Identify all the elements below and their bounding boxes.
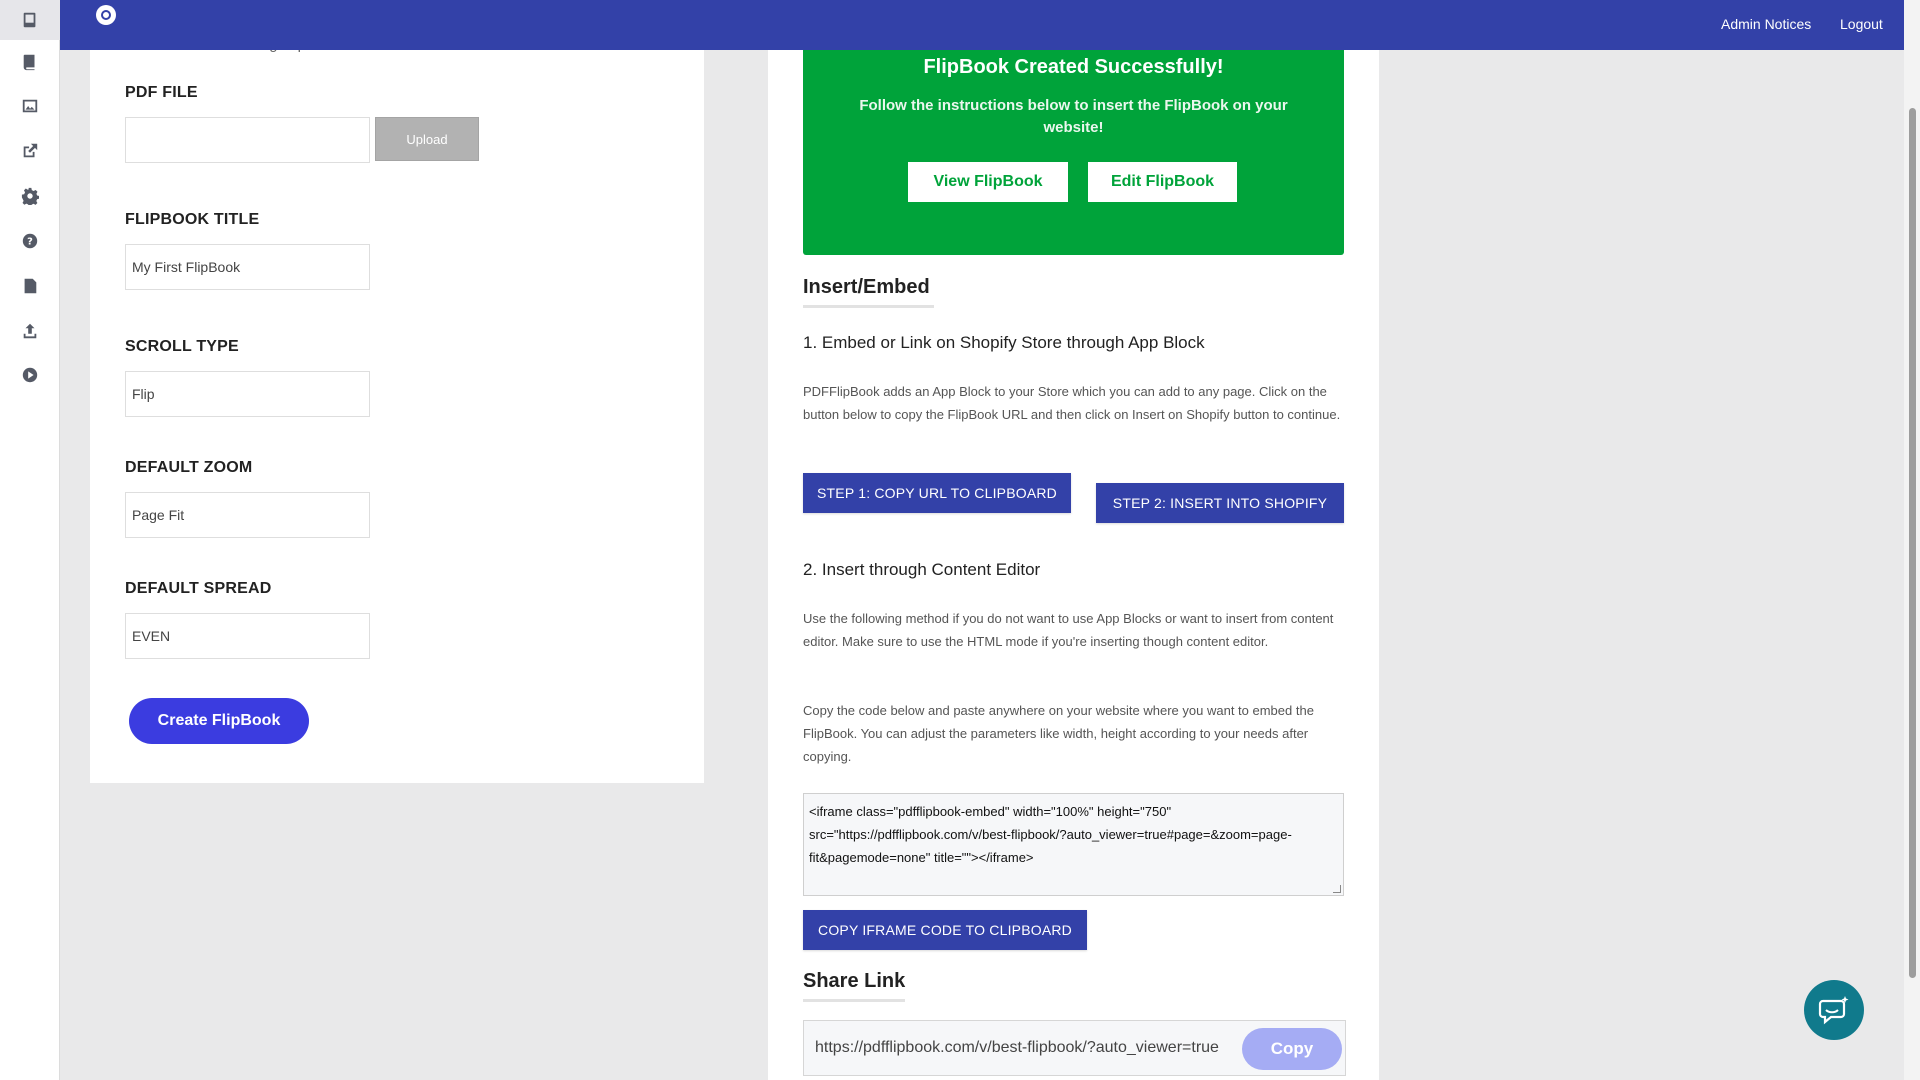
flipbook-title-label: FLIPBOOK TITLE: [125, 211, 260, 228]
chat-icon: [1818, 996, 1849, 1025]
shopify-section-title: 1. Embed or Link on Shopify Store throug…: [803, 333, 1205, 352]
pdf-file-label: PDF FILE: [125, 84, 198, 101]
iframe-code-textarea[interactable]: <iframe class="pdfflipbook-embed" width=…: [803, 793, 1344, 896]
content-editor-section-title: 2. Insert through Content Editor: [803, 560, 1041, 579]
flipbooks-icon: [23, 12, 36, 28]
sidebar-item-media[interactable]: [0, 86, 60, 126]
copy-url-button[interactable]: STEP 1: COPY URL TO CLIPBOARD: [803, 473, 1071, 513]
page-scrollbar[interactable]: [1904, 0, 1920, 1080]
copy-iframe-code-button[interactable]: COPY IFRAME CODE TO CLIPBOARD: [803, 910, 1087, 950]
insert-embed-heading: Insert/Embed: [803, 276, 930, 298]
resize-handle[interactable]: [1333, 885, 1341, 893]
image-icon: [22, 99, 38, 113]
book-icon: [23, 54, 35, 71]
heading-underline: [803, 305, 934, 308]
iframe-code-text: <iframe class="pdfflipbook-embed" width=…: [809, 804, 1292, 865]
admin-notices-link[interactable]: Admin Notices: [1721, 16, 1811, 32]
help-icon: ?: [22, 233, 38, 249]
create-flipbook-button[interactable]: Create FlipBook: [129, 698, 309, 744]
create-flipbook-form: and create an amazing FlipBook with that…: [90, 0, 704, 783]
share-heading-underline: [803, 999, 905, 1002]
share-link-field[interactable]: https://pdfflipbook.com/v/best-flipbook/…: [803, 1020, 1346, 1076]
sidebar-item-help[interactable]: ?: [0, 221, 60, 261]
success-title: FlipBook Created Successfully!: [923, 56, 1224, 78]
sidebar-item-book[interactable]: [0, 42, 60, 82]
document-icon: [24, 278, 37, 294]
upload-button[interactable]: Upload: [375, 117, 479, 161]
view-flipbook-button[interactable]: View FlipBook: [908, 162, 1068, 202]
sidebar-item-settings[interactable]: [0, 176, 60, 216]
upload-icon: [23, 323, 37, 339]
gear-icon: [21, 187, 39, 205]
logout-link[interactable]: Logout: [1840, 16, 1883, 32]
sidebar-item-export[interactable]: [0, 311, 60, 351]
scroll-type-label: SCROLL TYPE: [125, 338, 239, 355]
play-icon: [22, 367, 38, 383]
flipbook-title-input[interactable]: My First FlipBook: [125, 244, 370, 290]
icon-sidebar: ?: [0, 0, 60, 1080]
content-editor-text-1: Use the following method if you do not w…: [803, 611, 1334, 649]
copy-link-button[interactable]: Copy: [1242, 1028, 1342, 1070]
sidebar-item-flipbooks[interactable]: [0, 0, 60, 40]
external-link-icon: [23, 143, 38, 158]
svg-text:?: ?: [27, 237, 33, 248]
sidebar-item-docs[interactable]: [0, 266, 60, 306]
chat-widget-button[interactable]: [1804, 980, 1864, 1040]
success-subtitle: Follow the instructions below to insert …: [859, 97, 1288, 136]
insert-into-shopify-button[interactable]: STEP 2: INSERT INTO SHOPIFY: [1096, 483, 1344, 523]
app-logo[interactable]: [96, 5, 116, 25]
scrollbar-thumb[interactable]: [1909, 108, 1916, 978]
sidebar-item-tutorials[interactable]: [0, 355, 60, 395]
default-spread-label: DEFAULT SPREAD: [125, 580, 272, 597]
shopify-section-text: PDFFlipBook adds an App Block to your St…: [803, 384, 1341, 422]
default-zoom-select[interactable]: Page Fit: [125, 492, 370, 538]
share-link-url: https://pdfflipbook.com/v/best-flipbook/…: [815, 1039, 1219, 1056]
content-editor-text-2: Copy the code below and paste anywhere o…: [803, 703, 1314, 764]
sidebar-item-embed[interactable]: [0, 131, 60, 171]
scroll-type-select[interactable]: Flip: [125, 371, 370, 417]
default-spread-select[interactable]: EVEN: [125, 613, 370, 659]
default-zoom-label: DEFAULT ZOOM: [125, 459, 253, 476]
top-bar: Admin Notices Logout: [60, 0, 1904, 50]
share-link-heading: Share Link: [803, 970, 906, 992]
flipbook-result-panel: FlipBook Created Successfully! Follow th…: [768, 0, 1379, 1080]
edit-flipbook-button[interactable]: Edit FlipBook: [1088, 162, 1237, 202]
pdf-file-input[interactable]: [125, 117, 370, 163]
